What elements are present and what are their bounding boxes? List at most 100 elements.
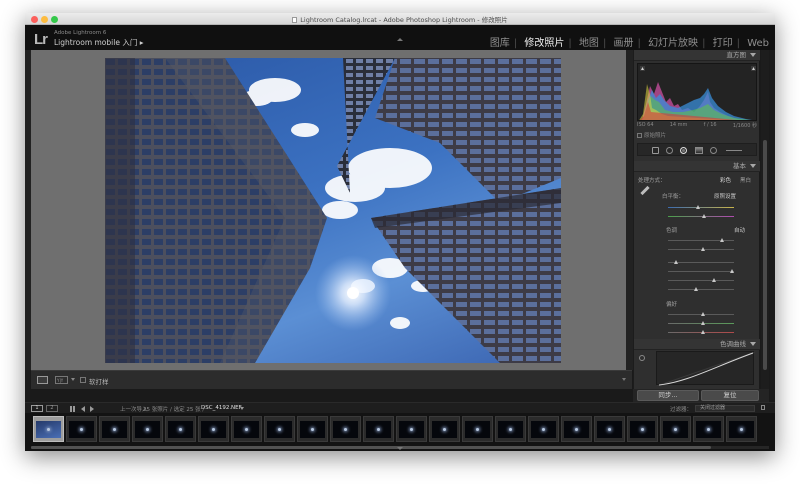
basic-panel-header[interactable]: 基本 — [634, 161, 760, 172]
clarity-slider[interactable] — [638, 310, 756, 319]
reset-button[interactable]: 复位 — [701, 390, 759, 401]
bottom-panel-toggle-icon[interactable] — [397, 447, 403, 450]
filmstrip-thumbnail[interactable] — [561, 416, 592, 442]
histogram-panel-header[interactable]: 直方图 — [634, 50, 760, 61]
loupe-view-icon[interactable] — [37, 376, 48, 384]
exposure-slider[interactable] — [638, 236, 756, 245]
filmstrip-thumbnail[interactable] — [297, 416, 328, 442]
tone-curve-title: 色调曲线 — [720, 340, 746, 348]
sync-button[interactable]: 同步... — [637, 390, 699, 401]
right-panel-edge[interactable] — [626, 50, 633, 370]
filmstrip-thumbnail[interactable] — [99, 416, 130, 442]
module-library[interactable]: 图库 — [490, 38, 510, 49]
next-arrow-icon[interactable] — [90, 406, 94, 412]
saturation-slider[interactable] — [638, 328, 756, 337]
module-separator: | — [736, 38, 740, 49]
crop-tool-icon[interactable] — [652, 147, 659, 154]
module-separator: | — [637, 38, 641, 49]
whites-slider[interactable] — [638, 276, 756, 285]
right-panel: 直方图 ISO 64 14 mm f / 16 1/1600 秒 原始照片 基本… — [633, 50, 760, 389]
filmstrip[interactable] — [25, 413, 775, 451]
before-after-dropdown-icon[interactable] — [71, 378, 75, 381]
module-web[interactable]: Web — [747, 38, 769, 49]
secondary-window-button[interactable]: 2 — [46, 405, 58, 412]
filmstrip-thumbnail[interactable] — [330, 416, 361, 442]
filter-dropdown[interactable]: 关闭过滤器 — [695, 405, 755, 412]
temp-slider[interactable] — [638, 203, 756, 212]
filter-lock-icon[interactable] — [761, 405, 765, 410]
filmstrip-thumbnail[interactable] — [660, 416, 691, 442]
module-slideshow[interactable]: 幻灯片放映 — [648, 38, 698, 49]
filmstrip-thumbnail[interactable] — [132, 416, 163, 442]
softproof-checkbox[interactable] — [80, 377, 86, 383]
filmstrip-thumbnail[interactable] — [396, 416, 427, 442]
treatment-color-option[interactable]: 彩色 — [720, 176, 731, 184]
white-balance-dropdown[interactable]: 原照设置 — [714, 192, 736, 200]
adjustment-brush-tool-icon[interactable] — [726, 150, 742, 151]
primary-window-button[interactable]: 1 — [31, 405, 43, 412]
tone-curve-panel-header[interactable]: 色调曲线 — [634, 339, 760, 350]
spot-removal-tool-icon[interactable] — [666, 147, 673, 154]
photo-count: 25 张照片 / 选定 25 张 / — [143, 407, 205, 413]
module-develop[interactable]: 修改照片 — [524, 38, 564, 49]
previous-arrow-icon[interactable] — [81, 406, 85, 412]
before-after-icon[interactable]: Y|Y — [55, 376, 68, 384]
top-panel-toggle-icon[interactable] — [397, 38, 403, 41]
filmstrip-thumbnail[interactable] — [264, 416, 295, 442]
lightroom-mobile-link[interactable]: Lightroom mobile 入门 ▸ — [54, 37, 143, 48]
filmstrip-thumbnail[interactable] — [198, 416, 229, 442]
red-eye-tool-icon[interactable] — [680, 147, 687, 154]
tint-slider[interactable] — [638, 212, 756, 221]
filmstrip-scrollbar-thumb[interactable] — [31, 446, 711, 449]
tone-curve-graph[interactable] — [656, 351, 756, 387]
highlights-slider[interactable] — [638, 258, 756, 267]
filmstrip-thumbnail[interactable] — [693, 416, 724, 442]
filmstrip-thumbnail[interactable] — [363, 416, 394, 442]
toolbar-menu-icon[interactable] — [622, 378, 626, 381]
thumbnail-image — [366, 421, 391, 438]
collapse-icon — [750, 342, 756, 346]
original-photo-checkbox[interactable] — [637, 133, 642, 138]
filmstrip-thumbnail[interactable] — [627, 416, 658, 442]
current-filename[interactable]: DSC_4192.NEF — [201, 405, 242, 411]
shadows-slider[interactable] — [638, 267, 756, 276]
mobile-arrow-icon: ▸ — [139, 38, 144, 47]
filmstrip-thumbnail[interactable] — [528, 416, 559, 442]
scrollbar-thumb[interactable] — [763, 140, 767, 370]
thumbnail-image — [729, 421, 754, 438]
filmstrip-thumbnail[interactable] — [66, 416, 97, 442]
original-photo-toggle[interactable]: 原始照片 — [637, 131, 666, 139]
filmstrip-thumbnail[interactable] — [429, 416, 460, 442]
histogram[interactable] — [637, 63, 757, 121]
right-panel-scrollbar[interactable] — [761, 50, 769, 389]
thumbnail-image — [267, 421, 292, 438]
panel-button-bar: 同步... 复位 — [633, 389, 769, 402]
module-map[interactable]: 地图 — [579, 38, 599, 49]
vibrance-slider[interactable] — [638, 319, 756, 328]
filmstrip-thumbnail[interactable] — [231, 416, 262, 442]
iso-value: ISO 64 — [637, 122, 654, 128]
filmstrip-thumbnail[interactable] — [462, 416, 493, 442]
filmstrip-thumbnail[interactable] — [495, 416, 526, 442]
radial-filter-tool-icon[interactable] — [710, 147, 717, 154]
thumbnail-image — [696, 421, 721, 438]
filmstrip-thumbnail[interactable] — [594, 416, 625, 442]
filmstrip-thumbnail[interactable] — [726, 416, 757, 442]
targeted-adjustment-tool-icon[interactable] — [639, 355, 645, 361]
tone-auto-button[interactable]: 自动 — [734, 226, 745, 234]
blacks-slider[interactable] — [638, 285, 756, 294]
module-book[interactable]: 画册 — [614, 38, 634, 49]
app-window: Lightroom Catalog.lrcat - Adobe Photosho… — [25, 13, 775, 451]
filmstrip-thumbnail[interactable] — [33, 416, 64, 442]
grid-view-icon[interactable] — [70, 406, 76, 412]
histogram-graph — [639, 66, 756, 120]
filename-dropdown-icon[interactable] — [240, 407, 244, 410]
graduated-filter-tool-icon[interactable] — [695, 147, 703, 154]
white-balance-eyedropper-icon[interactable] — [640, 185, 650, 196]
filmstrip-thumbnail[interactable] — [165, 416, 196, 442]
module-print[interactable]: 打印 — [713, 38, 733, 49]
lightroom-mobile-label: Lightroom mobile 入门 — [54, 38, 138, 47]
treatment-bw-option[interactable]: 黑白 — [740, 176, 751, 184]
photo-view[interactable] — [31, 50, 632, 370]
contrast-slider[interactable] — [638, 245, 756, 254]
